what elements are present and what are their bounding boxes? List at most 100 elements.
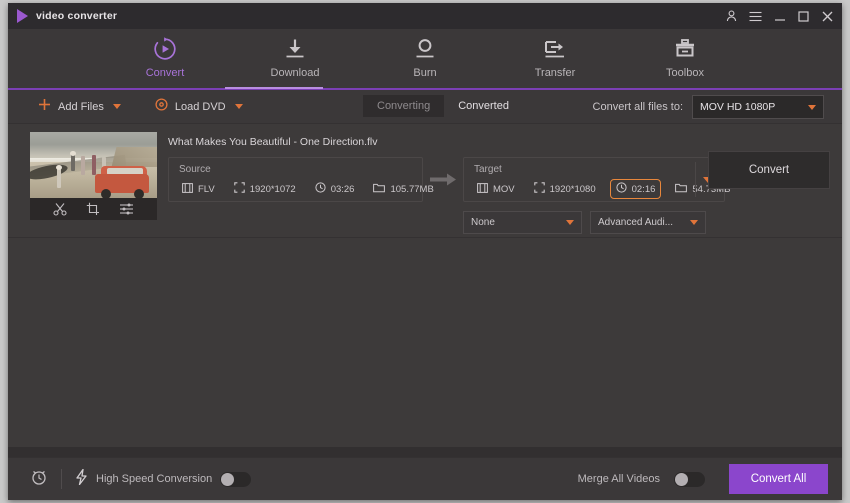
convert-all-format-select[interactable]: MOV HD 1080P (692, 95, 824, 119)
close-icon[interactable] (821, 9, 834, 23)
application-window: video converter Convert Download Burn Tr… (8, 3, 842, 500)
file-list: What Makes You Beautiful - One Direction… (8, 124, 842, 447)
thumb-person-head (70, 151, 76, 156)
tab-converting[interactable]: Converting (363, 95, 445, 117)
main-navigation: Convert Download Burn Transfer Toolbox (8, 29, 842, 89)
subtitle-select-value: None (471, 217, 495, 228)
film-icon (477, 182, 488, 196)
high-speed-conversion-label: High Speed Conversion (96, 473, 213, 485)
high-speed-conversion-group: High Speed Conversion (75, 468, 252, 490)
tab-download[interactable]: Download (256, 33, 334, 79)
clock-icon (616, 182, 627, 196)
tab-toolbox-label: Toolbox (666, 67, 704, 79)
source-panel: Source FLV 1920*1072 03:26 105.77MB (168, 157, 434, 202)
audio-select-value: Advanced Audi... (598, 217, 674, 228)
source-duration-value: 03:26 (330, 183, 355, 195)
tab-burn-label: Burn (413, 67, 437, 79)
app-title: video converter (36, 10, 118, 22)
caret-down-icon (690, 220, 698, 225)
lightning-bolt-icon (75, 468, 88, 490)
thumb-person (71, 154, 75, 171)
maximize-icon[interactable] (797, 9, 810, 23)
thumb-person (81, 156, 85, 175)
trim-scissors-icon[interactable] (53, 202, 67, 216)
thumb-van-wheel (134, 189, 144, 198)
thumb-person (57, 168, 61, 188)
convert-all-button[interactable]: Convert All (729, 464, 828, 494)
bottom-spacer (8, 447, 842, 457)
target-resolution-value: 1920*1080 (549, 183, 596, 195)
load-dvd-caret-down-icon[interactable] (234, 104, 243, 109)
tab-transfer[interactable]: Transfer (516, 33, 594, 79)
target-panel: Target MOV 1920*1080 02:16 54.73MB (463, 157, 730, 202)
stream-selects: None Advanced Audi... (463, 211, 842, 234)
thumbnail-tools (30, 198, 157, 220)
toggle-knob (221, 472, 235, 486)
high-speed-conversion-toggle[interactable] (220, 471, 252, 487)
bottom-divider (61, 469, 62, 489)
source-resolution-value: 1920*1072 (249, 183, 296, 195)
source-resolution: 1920*1072 (231, 181, 299, 197)
convert-all-format-value: MOV HD 1080P (700, 101, 776, 113)
toggle-knob (675, 472, 688, 486)
add-files-caret-down-icon[interactable] (112, 104, 121, 109)
add-files-label: Add Files (58, 100, 104, 113)
status-tabs: Converting Converted (363, 95, 523, 117)
thumb-cliff (111, 146, 157, 167)
convert-button[interactable]: Convert (708, 151, 830, 189)
target-format: MOV (474, 182, 518, 197)
minimize-icon[interactable] (773, 9, 786, 23)
effects-sliders-icon[interactable] (119, 202, 134, 216)
merge-all-videos-label: Merge All Videos (577, 473, 660, 485)
crop-icon[interactable] (86, 202, 100, 216)
subtitle-select[interactable]: None (463, 211, 582, 234)
target-duration-value: 02:16 (631, 183, 656, 195)
transfer-arrow-icon (542, 36, 568, 62)
thumb-person (92, 155, 96, 175)
target-duration[interactable]: 02:16 (609, 179, 662, 199)
window-controls (725, 3, 834, 29)
target-title: Target (474, 164, 502, 175)
download-arrow-icon (283, 36, 307, 62)
right-arrow-icon (423, 157, 463, 202)
resize-icon (533, 182, 545, 196)
tab-convert[interactable]: Convert (126, 33, 204, 79)
thumb-van-wheel (101, 189, 111, 198)
source-title: Source (179, 164, 211, 175)
load-dvd-button[interactable]: Load DVD (147, 95, 251, 119)
convert-all-format-group: Convert all files to: MOV HD 1080P (593, 95, 824, 119)
audio-select[interactable]: Advanced Audi... (590, 211, 706, 234)
target-format-value: MOV (493, 183, 515, 195)
load-dvd-label: Load DVD (174, 100, 226, 113)
merge-all-videos-toggle[interactable] (674, 471, 705, 487)
account-icon[interactable] (725, 9, 738, 23)
video-thumbnail[interactable] (30, 132, 157, 198)
file-name: What Makes You Beautiful - One Direction… (168, 136, 378, 148)
caret-down-icon (808, 104, 816, 110)
folder-icon (675, 183, 688, 196)
play-triangle-icon (17, 9, 28, 23)
caret-down-icon (566, 220, 574, 225)
app-logo: video converter (8, 9, 117, 23)
tab-transfer-label: Transfer (534, 67, 576, 79)
tab-toolbox[interactable]: Toolbox (646, 33, 724, 79)
target-resolution: 1920*1080 (531, 181, 599, 197)
resize-icon (233, 182, 245, 196)
source-format-value: FLV (198, 183, 215, 195)
add-files-button[interactable]: Add Files (30, 95, 129, 119)
folder-icon (373, 183, 386, 196)
bottom-bar: High Speed Conversion Merge All Videos C… (8, 457, 842, 500)
file-row: What Makes You Beautiful - One Direction… (8, 124, 842, 238)
plus-icon (38, 98, 51, 116)
thumb-person-head (56, 165, 62, 170)
clock-icon (315, 182, 326, 196)
title-bar: video converter (8, 3, 842, 29)
menu-icon[interactable] (749, 9, 762, 23)
source-duration: 03:26 (312, 181, 358, 197)
alarm-clock-icon[interactable] (30, 468, 48, 491)
tab-burn[interactable]: Burn (386, 33, 464, 79)
thumbnail-panel (30, 132, 157, 220)
burn-disc-icon (413, 36, 437, 62)
active-tab-underline (225, 87, 323, 89)
tab-converted[interactable]: Converted (444, 95, 523, 117)
